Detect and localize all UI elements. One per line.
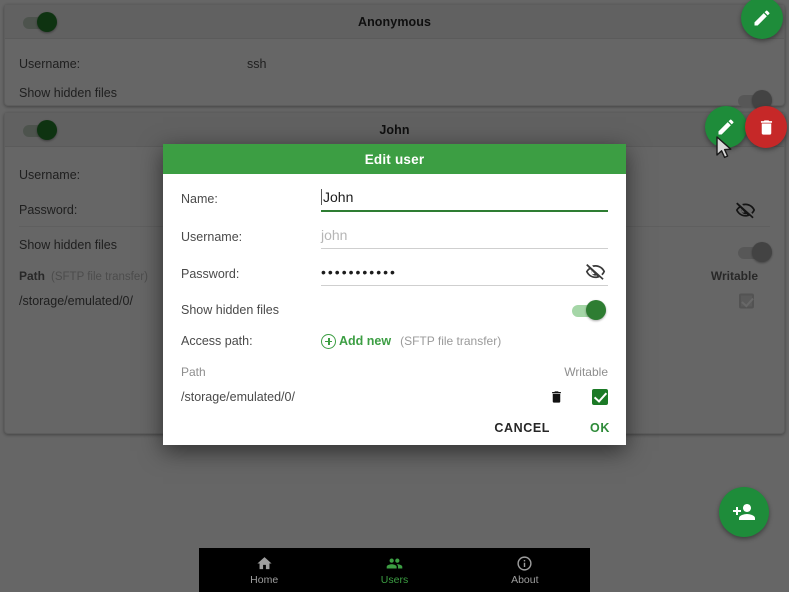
dialog-show-hidden-files-toggle[interactable] [572,300,606,320]
writable-column-header: Writable [564,365,608,379]
pencil-icon [752,8,772,28]
path-column-header: Path [19,269,46,283]
username-field[interactable]: john [321,226,608,249]
user-card-header: Anonymous [5,5,784,39]
toggle-thumb [37,119,57,140]
username-field-row: Username: john [181,226,608,249]
user-card-anonymous[interactable]: Anonymous Username: ssh Show hidden file… [4,4,785,110]
home-icon [256,555,273,572]
path-cell: /storage/emulated/0/ [181,390,295,404]
path-value: /storage/emulated/0/ [19,294,133,308]
user-enable-toggle-anonymous[interactable] [23,11,57,32]
mouse-cursor [716,136,734,160]
show-hidden-files-row: Show hidden files [19,78,772,110]
toggle-thumb [586,300,606,320]
edit-user-dialog: Edit user Name: John Username: john Pass… [163,144,626,445]
path-column-note: (SFTP file transfer) [51,271,148,283]
username-label: Username: [181,230,243,244]
dialog-actions: CANCEL OK [494,421,610,435]
password-input[interactable]: ••••••••••• [321,263,608,285]
eye-off-icon[interactable] [585,261,606,282]
cancel-button[interactable]: CANCEL [494,421,550,435]
show-hidden-files-label: Show hidden files [19,85,117,100]
path-table-row: /storage/emulated/0/ [181,385,608,409]
username-value: ssh [247,56,267,71]
trash-icon [549,390,564,405]
app-screen: Anonymous Username: ssh Show hidden file… [0,0,789,592]
eye-off-icon[interactable] [735,199,756,220]
user-card-title: Anonymous [357,14,432,29]
show-hidden-files-toggle-anonymous[interactable] [720,86,772,110]
password-field[interactable]: ••••••••••• [321,263,608,286]
nav-item-about-label: About [511,573,539,586]
dialog-title: Edit user [364,151,425,167]
dialog-title-bar: Edit user [163,144,626,174]
add-new-label: Add new [339,334,392,348]
plus-circle-icon [321,333,336,349]
user-card-body: Username: ssh Show hidden files [5,39,784,115]
person-add-icon [732,500,756,524]
user-enable-toggle-john[interactable] [23,119,57,140]
toggle-thumb [752,242,772,262]
bottom-navigation-bar: Home Users About [199,548,590,592]
name-input-value: John [323,189,354,205]
dialog-show-hidden-files-label: Show hidden files [181,303,279,317]
path-table-header: Path Writable [181,362,608,382]
users-icon [385,555,404,572]
name-field-row: Name: John [181,188,608,212]
text-caret [321,189,322,205]
show-hidden-files-toggle-john[interactable] [720,238,772,262]
writable-checkbox[interactable] [739,293,754,309]
nav-item-users-label: Users [380,573,409,586]
username-row: Username: ssh [19,49,770,78]
field-underline [321,248,608,249]
user-card-title: John [379,122,410,137]
path-column-header: Path [181,365,206,379]
delete-user-button-john[interactable] [745,106,787,148]
delete-path-button[interactable] [549,390,564,405]
toggle-thumb [37,11,57,32]
trash-icon [757,118,776,137]
add-new-path-button[interactable]: Add new (SFTP file transfer) [321,333,502,349]
name-field[interactable]: John [321,188,608,212]
nav-item-home-label: Home [250,573,279,586]
dialog-body: Name: John Username: john Password: ••••… [163,174,626,409]
nav-item-users[interactable]: Users [329,548,459,592]
field-underline [321,285,608,286]
field-underline [321,210,608,212]
dialog-show-hidden-files-row: Show hidden files [181,300,608,320]
name-label: Name: [181,192,218,206]
pencil-icon [716,117,736,137]
name-input[interactable]: John [321,188,608,210]
ok-button[interactable]: OK [590,421,610,435]
user-card-header: John [5,113,784,147]
username-input[interactable]: john [321,226,608,248]
writable-column-header: Writable [710,269,758,283]
add-user-button[interactable] [719,487,769,537]
nav-item-home[interactable]: Home [199,548,329,592]
password-label: Password: [181,267,240,281]
access-path-row: Access path: Add new (SFTP file transfer… [181,331,608,351]
nav-item-about[interactable]: About [460,548,590,592]
info-icon [516,555,533,572]
password-field-row: Password: ••••••••••• [181,263,608,286]
access-path-label: Access path: [181,334,253,348]
username-label: Username: [19,56,81,71]
writable-checkbox[interactable] [592,389,608,405]
add-new-note: (SFTP file transfer) [400,334,502,348]
